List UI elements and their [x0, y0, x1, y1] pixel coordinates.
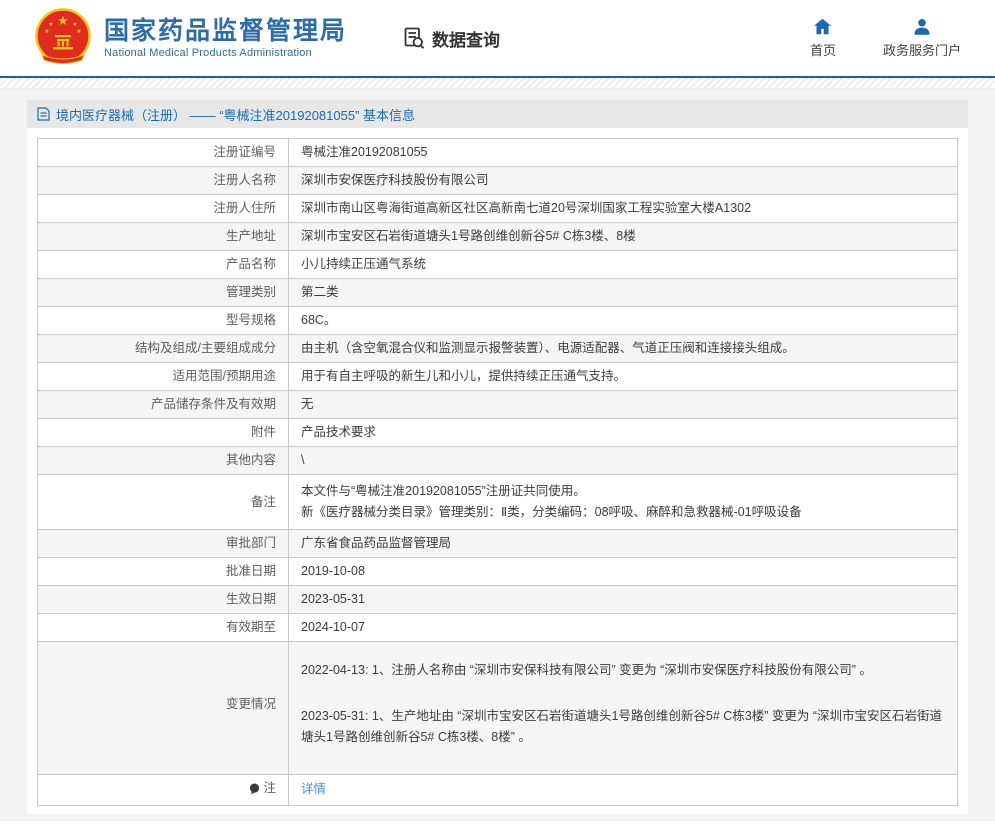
row-label: 有效期至 — [38, 614, 289, 642]
row-label: 注册人名称 — [38, 167, 289, 195]
row-label: 其他内容 — [38, 447, 289, 475]
row-label: 适用范围/预期用途 — [38, 363, 289, 391]
home-icon — [813, 18, 832, 35]
row-value: 2024-10-07 — [289, 614, 958, 642]
registration-info-table: 注册证编号 粤械注准20192081055 注册人名称 深圳市安保医疗科技股份有… — [37, 138, 958, 806]
document-icon — [37, 107, 50, 121]
table-row: 生效日期 2023-05-31 — [38, 586, 958, 614]
user-icon — [913, 18, 931, 35]
brand-title-en: National Medical Products Administration — [104, 47, 347, 59]
svg-text:★: ★ — [72, 21, 77, 28]
data-query-tab[interactable]: 数据查询 — [402, 26, 500, 51]
header-stripe-band — [0, 78, 995, 89]
change-entry-1: 2022-04-13: 1、注册人名称由 “深圳市安保科技有限公司” 变更为 “… — [301, 660, 945, 681]
table-row-remark: 备注 本文件与“粤械注准20192081055”注册证共同使用。 新《医疗器械分… — [38, 475, 958, 530]
row-label: 附件 — [38, 419, 289, 447]
brand-title-cn: 国家药品监督管理局 — [104, 17, 347, 45]
table-row: 适用范围/预期用途 用于有自主呼吸的新生儿和小儿，提供持续正压通气支持。 — [38, 363, 958, 391]
national-emblem-logo: ★ ★ ★ ★ ★ — [32, 8, 94, 68]
table-row: 注册人名称 深圳市安保医疗科技股份有限公司 — [38, 167, 958, 195]
row-value: 粤械注准20192081055 — [289, 139, 958, 167]
comment-icon — [249, 783, 260, 795]
row-value: 产品技术要求 — [289, 419, 958, 447]
note-label-text: 注 — [263, 781, 276, 796]
row-value: 广东省食品药品监督管理局 — [289, 530, 958, 558]
site-header: ★ ★ ★ ★ ★ 国家药品监督管理局 National Medical Pro… — [0, 0, 995, 76]
page-title-bar: 境内医疗器械（注册） —— “粤械注准20192081055” 基本信息 — [27, 100, 968, 128]
data-query-label: 数据查询 — [432, 26, 500, 51]
row-value: 第二类 — [289, 279, 958, 307]
row-value: 2023-05-31 — [289, 586, 958, 614]
row-value: 本文件与“粤械注准20192081055”注册证共同使用。 新《医疗器械分类目录… — [289, 475, 958, 530]
svg-text:★: ★ — [48, 21, 53, 28]
change-entry-2: 2023-05-31: 1、生产地址由 “深圳市宝安区石岩街道塘头1号路创维创新… — [301, 706, 945, 748]
content-container: 境内医疗器械（注册） —— “粤械注准20192081055” 基本信息 注册证… — [27, 100, 968, 814]
table-row: 型号规格 68C。 — [38, 307, 958, 335]
document-search-icon — [402, 26, 426, 50]
row-label: 生产地址 — [38, 223, 289, 251]
table-row: 其他内容 \ — [38, 447, 958, 475]
table-row: 注册人住所 深圳市南山区粤海街道高新区社区高新南七道20号深圳国家工程实验室大楼… — [38, 195, 958, 223]
row-label: 生效日期 — [38, 586, 289, 614]
info-panel: 注册证编号 粤械注准20192081055 注册人名称 深圳市安保医疗科技股份有… — [27, 128, 968, 814]
row-label: 批准日期 — [38, 558, 289, 586]
row-label: 结构及组成/主要组成成分 — [38, 335, 289, 363]
row-value: 2022-04-13: 1、注册人名称由 “深圳市安保科技有限公司” 变更为 “… — [289, 642, 958, 775]
table-row: 结构及组成/主要组成成分 由主机（含空氧混合仪和监测显示报警装置）、电源适配器、… — [38, 335, 958, 363]
header-nav: 首页 政务服务门户 — [803, 18, 967, 59]
row-label: 注册人住所 — [38, 195, 289, 223]
row-label: 注 — [38, 775, 289, 806]
table-row-note: 注 详情 — [38, 775, 958, 806]
row-value: 用于有自主呼吸的新生儿和小儿，提供持续正压通气支持。 — [289, 363, 958, 391]
detail-link[interactable]: 详情 — [301, 782, 326, 796]
row-value: 68C。 — [289, 307, 958, 335]
row-value: 深圳市安保医疗科技股份有限公司 — [289, 167, 958, 195]
table-row: 产品储存条件及有效期 无 — [38, 391, 958, 419]
row-value: 深圳市宝安区石岩街道塘头1号路创维创新谷5# C栋3楼、8楼 — [289, 223, 958, 251]
row-value: 详情 — [289, 775, 958, 806]
row-value: 无 — [289, 391, 958, 419]
table-row: 生产地址 深圳市宝安区石岩街道塘头1号路创维创新谷5# C栋3楼、8楼 — [38, 223, 958, 251]
brand-text: 国家药品监督管理局 National Medical Products Admi… — [104, 17, 347, 59]
table-row: 注册证编号 粤械注准20192081055 — [38, 139, 958, 167]
footer-strip — [0, 821, 995, 826]
row-value: \ — [289, 447, 958, 475]
row-value: 由主机（含空氧混合仪和监测显示报警装置）、电源适配器、气道正压阀和连接接头组成。 — [289, 335, 958, 363]
row-label: 产品名称 — [38, 251, 289, 279]
table-row: 有效期至 2024-10-07 — [38, 614, 958, 642]
row-value: 2019-10-08 — [289, 558, 958, 586]
table-row: 附件 产品技术要求 — [38, 419, 958, 447]
row-label: 注册证编号 — [38, 139, 289, 167]
nav-gov-portal[interactable]: 政务服务门户 — [883, 18, 961, 59]
remark-line-2: 新《医疗器械分类目录》管理类别：Ⅱ类，分类编码：08呼吸、麻醉和急救器械-01呼… — [301, 502, 945, 523]
table-row: 批准日期 2019-10-08 — [38, 558, 958, 586]
table-row: 审批部门 广东省食品药品监督管理局 — [38, 530, 958, 558]
remark-line-1: 本文件与“粤械注准20192081055”注册证共同使用。 — [301, 481, 945, 502]
nav-home-label: 首页 — [810, 40, 836, 59]
svg-text:★: ★ — [76, 28, 81, 35]
row-label: 审批部门 — [38, 530, 289, 558]
svg-text:★: ★ — [57, 13, 69, 28]
row-label: 产品储存条件及有效期 — [38, 391, 289, 419]
row-label: 管理类别 — [38, 279, 289, 307]
nav-home[interactable]: 首页 — [803, 18, 843, 59]
row-label: 型号规格 — [38, 307, 289, 335]
nav-gov-portal-label: 政务服务门户 — [883, 40, 961, 59]
row-label: 变更情况 — [38, 642, 289, 775]
svg-text:★: ★ — [44, 28, 49, 35]
table-row: 产品名称 小儿持续正压通气系统 — [38, 251, 958, 279]
page-title: 境内医疗器械（注册） —— “粤械注准20192081055” 基本信息 — [56, 105, 415, 124]
site-logo-link[interactable]: ★ ★ ★ ★ ★ 国家药品监督管理局 National Medical Pro… — [32, 8, 347, 68]
row-value: 深圳市南山区粤海街道高新区社区高新南七道20号深圳国家工程实验室大楼A1302 — [289, 195, 958, 223]
row-label: 备注 — [38, 475, 289, 530]
table-row-change-history: 变更情况 2022-04-13: 1、注册人名称由 “深圳市安保科技有限公司” … — [38, 642, 958, 775]
row-value: 小儿持续正压通气系统 — [289, 251, 958, 279]
table-row: 管理类别 第二类 — [38, 279, 958, 307]
